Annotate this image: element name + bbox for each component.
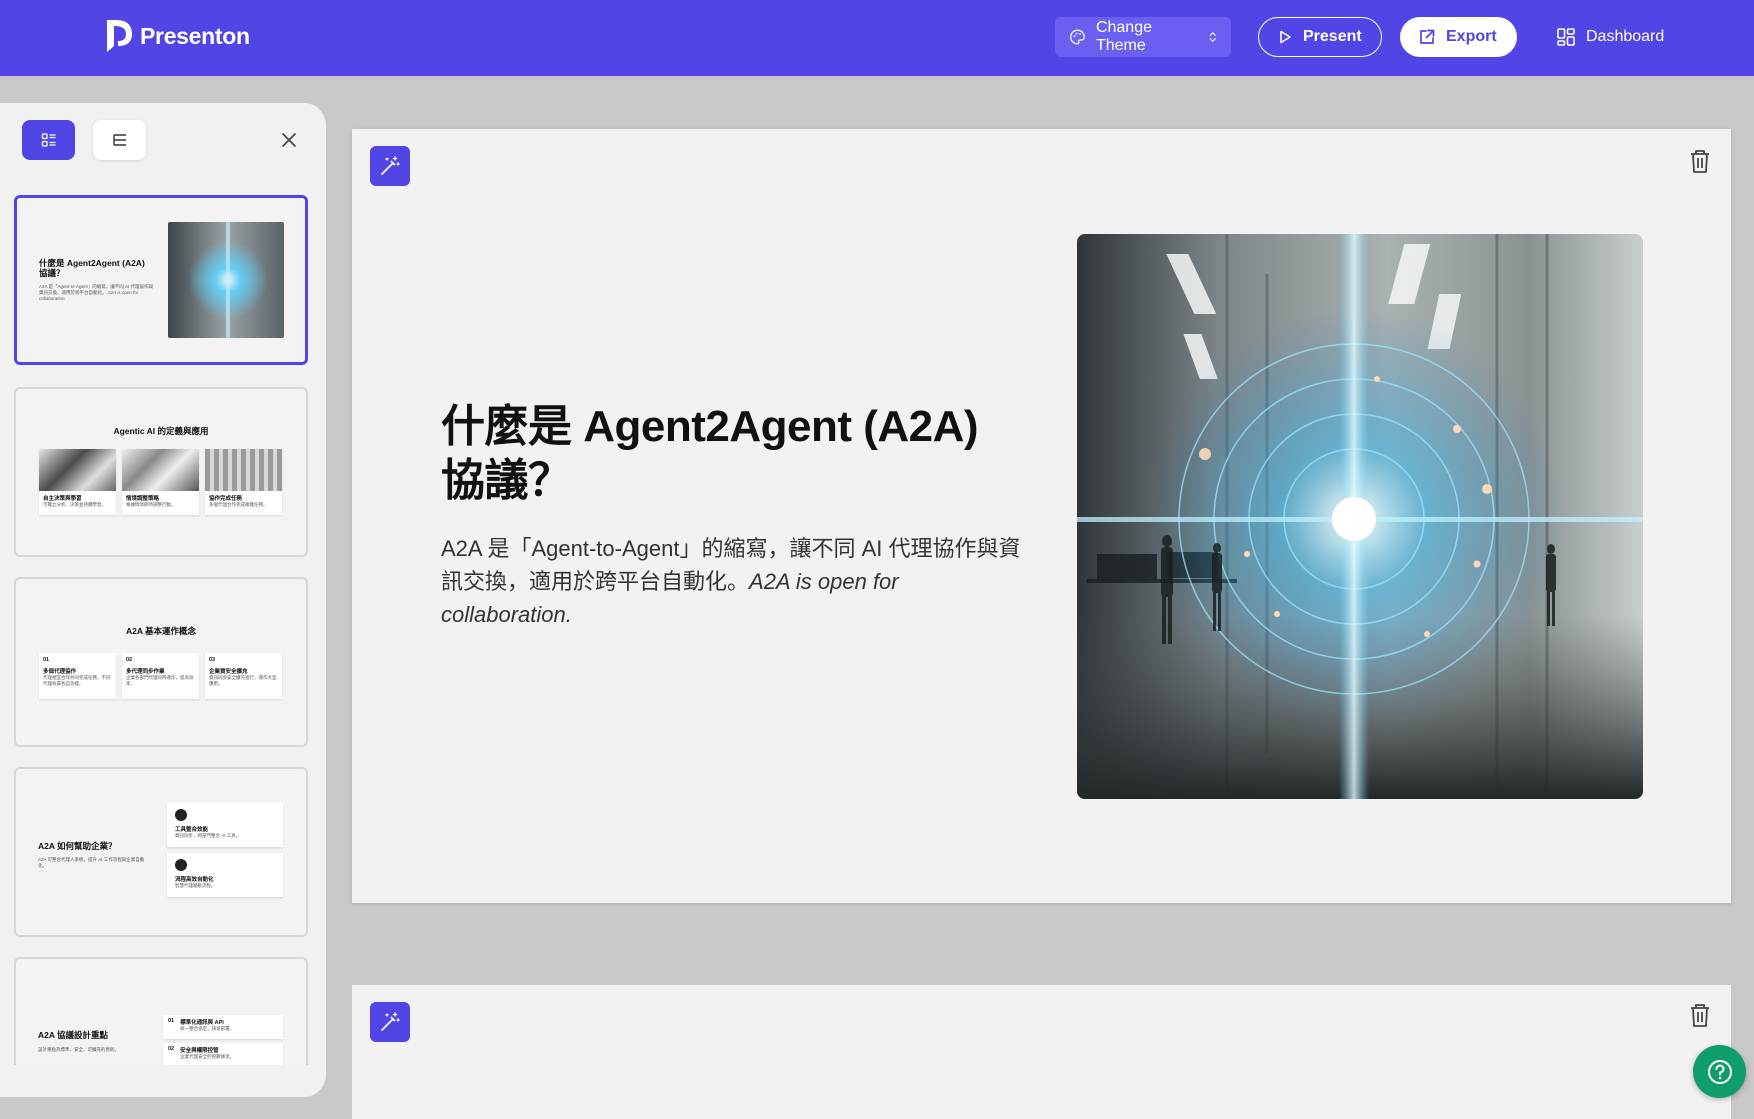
slide-body[interactable]: A2A 是「Agent-to-Agent」的縮寫，讓不同 AI 代理協作與資訊交… — [441, 532, 1021, 631]
brand-logo[interactable]: Presenton — [104, 18, 250, 54]
outline-list-icon — [112, 134, 126, 146]
thumb-title: A2A 協議設計重點 — [38, 1030, 109, 1040]
help-icon — [1707, 1059, 1732, 1084]
close-icon — [282, 133, 296, 147]
slide-thumbnail-4[interactable]: A2A 如何幫助企業？ A2A 可整合代理人系統，提升 AI 工作流程與企業自動… — [14, 767, 308, 937]
play-icon — [1280, 30, 1291, 44]
thumb-image — [168, 222, 284, 338]
change-theme-button[interactable]: Change Theme — [1055, 17, 1231, 57]
thumb-title: A2A 如何幫助企業？ — [38, 841, 117, 851]
top-header: Presenton Change Theme Present Export Da… — [0, 0, 1754, 76]
thumb-card: 自主決策與學習 可獨立分析、決策並持續學習。 — [39, 449, 116, 515]
delete-slide-button[interactable] — [1688, 1002, 1712, 1028]
trash-icon — [1691, 1004, 1709, 1027]
slide-thumbnail-3[interactable]: A2A 基本運作概念 01 多個代理協作 代理相互合作共同完成任務，不同代理負責… — [14, 577, 308, 747]
change-theme-label: Change Theme — [1095, 19, 1152, 54]
dashboard-button[interactable]: Dashboard — [1556, 17, 1664, 57]
thumbnail-list: 什麼是 Agent2Agent (A2A) 協議？ A2A 是「Agent-to… — [14, 195, 308, 1065]
thumb-body: 設計重點為標準、安全、可擴充的原則。 — [38, 1047, 119, 1052]
slide-thumbnail-2[interactable]: Agentic AI 的定義與應用 自主決策與學習 可獨立分析、決策並持續學習。… — [14, 387, 308, 557]
thumb-title: Agentic AI 的定義與應用 — [113, 426, 209, 436]
thumb-title: 什麼是 Agent2Agent (A2A) 協議？ — [39, 258, 145, 278]
slide-canvas-1[interactable]: 什麼是 Agent2Agent (A2A) 協議？ A2A 是「Agent-to… — [352, 129, 1731, 903]
slide-image[interactable] — [1077, 234, 1643, 799]
presenton-logo-icon — [107, 20, 132, 52]
ai-network-portal-image — [1077, 234, 1643, 799]
close-sidebar-button[interactable] — [279, 130, 299, 150]
brand-name: Presenton — [140, 22, 250, 49]
ai-edit-button[interactable] — [370, 146, 410, 186]
magic-wand-icon — [381, 156, 400, 175]
grid-list-icon — [41, 133, 55, 147]
delete-slide-button[interactable] — [1688, 148, 1712, 174]
thumb-card: 工具整合效能 資訊同步，跨部門整合 AI 工具。 — [167, 803, 283, 847]
outline-view-tab[interactable] — [93, 120, 146, 160]
present-label: Present — [1303, 28, 1362, 45]
slide-sidebar: 什麼是 Agent2Agent (A2A) 協議？ A2A 是「Agent-to… — [0, 103, 326, 1097]
export-button[interactable]: Export — [1400, 17, 1517, 57]
dashboard-label: Dashboard — [1586, 28, 1665, 45]
thumb-card: 協作完成任務 多個代理合作完成複雜任務。 — [205, 449, 282, 515]
palette-icon — [1070, 29, 1085, 45]
thumb-card: 02 安全與權限控管 企業代理安全控管數據流。 — [163, 1043, 283, 1065]
trash-icon — [1691, 150, 1709, 173]
grid-view-tab[interactable] — [22, 120, 75, 160]
external-link-icon — [1420, 29, 1435, 44]
thumb-card: 情境調整策略 根據情境即時調整行動。 — [122, 449, 199, 515]
magic-wand-icon — [381, 1012, 400, 1031]
dashboard-icon — [1557, 28, 1575, 46]
slide-thumbnail-1[interactable]: 什麼是 Agent2Agent (A2A) 協議？ A2A 是「Agent-to… — [14, 195, 308, 365]
slide-thumbnail-5[interactable]: A2A 協議設計重點 設計重點為標準、安全、可擴充的原則。 01 標準化通訊與 … — [14, 957, 308, 1065]
thumb-card: 03 企業資安全擴充 資訊同步安全擴充進行，運作大型應用。 — [205, 653, 282, 699]
thumb-card: 01 多個代理協作 代理相互合作共同完成任務，不同代理負責各自功能。 — [39, 653, 116, 699]
thumb-card: 流程高效自動化 智慧代理驅動流程。 — [167, 853, 283, 897]
chevron-updown-icon — [1210, 31, 1217, 43]
thumb-body: A2A 是「Agent-to-Agent」的縮寫，讓不同 AI 代理協作與資訊交… — [39, 284, 154, 301]
ai-edit-button[interactable] — [370, 1002, 410, 1042]
slide-canvas-2[interactable] — [352, 985, 1731, 1119]
present-button[interactable]: Present — [1258, 17, 1382, 57]
thumb-body: A2A 可整合代理人系統，提升 AI 工作流程與企業自動化。 — [38, 857, 145, 868]
thumb-title: A2A 基本運作概念 — [125, 626, 197, 636]
slide-title[interactable]: 什麼是 Agent2Agent (A2A) 協議？ — [441, 400, 1021, 508]
export-label: Export — [1446, 28, 1497, 45]
help-button[interactable] — [1693, 1045, 1746, 1098]
thumb-card: 02 多代理同步作業 企業各部門代理同時運作，提高效率。 — [122, 653, 199, 699]
slide-body-text: A2A 是「Agent-to-Agent」的縮寫，讓不同 AI 代理協作與資訊交… — [441, 536, 1021, 594]
thumb-card: 01 標準化通訊與 API 統一整合協定，快速部署。 — [163, 1015, 283, 1039]
